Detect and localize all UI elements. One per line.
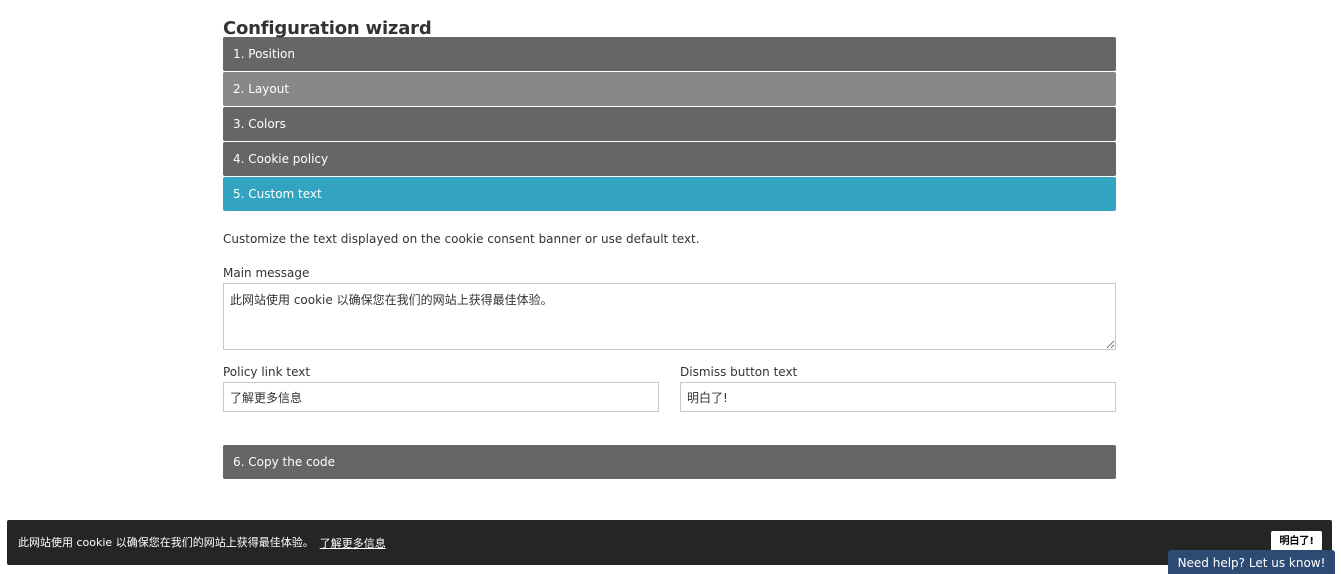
dismiss-button-field-group: Dismiss button text [680, 365, 1116, 412]
policy-link-label: Policy link text [223, 365, 311, 379]
custom-text-description: Customize the text displayed on the cook… [223, 232, 700, 246]
step-custom-text[interactable]: 5. Custom text [223, 177, 1116, 211]
policy-link-field-group: Policy link text [223, 365, 659, 412]
link-and-button-row: Policy link text Dismiss button text [223, 365, 1116, 412]
page: Configuration wizard 1. Position 2. Layo… [0, 0, 1341, 574]
policy-link-input[interactable] [223, 382, 659, 412]
step-layout[interactable]: 2. Layout [223, 72, 1116, 106]
configuration-wizard: Configuration wizard 1. Position 2. Layo… [223, 0, 1116, 480]
custom-text-panel: Customize the text displayed on the cook… [223, 212, 1116, 445]
cookie-policy-link[interactable]: 了解更多信息 [320, 535, 386, 551]
wizard-title: Configuration wizard [223, 18, 432, 39]
step-copy-the-code[interactable]: 6. Copy the code [223, 445, 1116, 479]
dismiss-button-input[interactable] [680, 382, 1116, 412]
cookie-consent-banner: 此网站使用 cookie 以确保您在我们的网站上获得最佳体验。 了解更多信息 明… [7, 520, 1332, 565]
cookie-banner-message: 此网站使用 cookie 以确保您在我们的网站上获得最佳体验。 [18, 535, 314, 549]
step-cookie-policy[interactable]: 4. Cookie policy [223, 142, 1116, 176]
main-message-textarea[interactable]: 此网站使用 cookie 以确保您在我们的网站上获得最佳体验。 [223, 283, 1116, 350]
main-message-label: Main message [223, 266, 310, 280]
help-feedback-tab[interactable]: Need help? Let us know! [1168, 550, 1335, 574]
dismiss-button-label: Dismiss button text [680, 365, 798, 379]
step-colors[interactable]: 3. Colors [223, 107, 1116, 141]
step-position[interactable]: 1. Position [223, 37, 1116, 71]
